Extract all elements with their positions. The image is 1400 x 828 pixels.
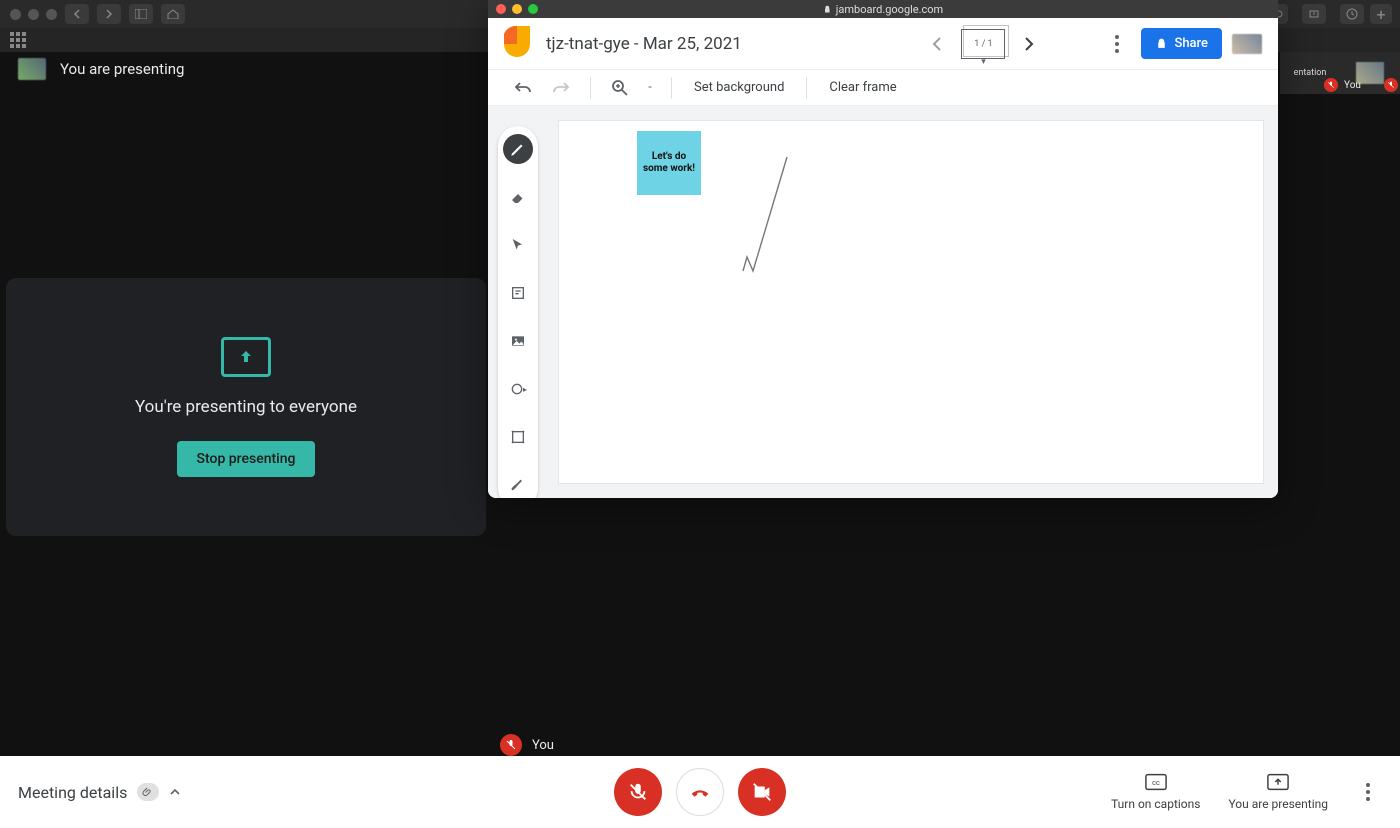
sidebar-toggle-icon[interactable]	[129, 4, 153, 24]
present-screen-button[interactable]: You are presenting	[1228, 773, 1328, 811]
pen-stroke	[729, 153, 809, 293]
camera-off-button[interactable]	[738, 768, 786, 816]
jamboard-share-label: Share	[1174, 36, 1208, 51]
right-controls: cc Turn on captions You are presenting	[1111, 773, 1380, 811]
presenting-banner: You are presenting	[18, 58, 184, 80]
clear-frame-button[interactable]: Clear frame	[819, 80, 906, 95]
home-button[interactable]	[161, 4, 185, 24]
select-tool[interactable]	[503, 230, 533, 260]
undo-button[interactable]	[506, 80, 540, 96]
captions-button[interactable]: cc Turn on captions	[1111, 773, 1200, 811]
new-tab-button[interactable]: +	[1370, 4, 1392, 24]
mic-muted-icon	[1324, 78, 1338, 92]
sticky-note[interactable]: Let's do some work!	[637, 131, 701, 195]
nav-forward-button[interactable]	[97, 4, 121, 24]
window-traffic-lights[interactable]	[10, 9, 57, 20]
caret-down-icon: ▾	[981, 57, 986, 67]
frame-indicator-text: 1 / 1	[974, 39, 992, 49]
zoom-menu-dash[interactable]: -	[641, 80, 659, 95]
jamboard-title[interactable]: tjz-tnat-gye - Mar 25, 2021	[546, 34, 742, 54]
presenting-banner-text: You are presenting	[60, 60, 184, 78]
kebab-icon	[1115, 42, 1119, 46]
thumbnail-presentation-label: entation	[1290, 68, 1331, 78]
mute-mic-button[interactable]	[614, 768, 662, 816]
thumbnail-self-label: You	[1344, 80, 1361, 91]
pen-tool[interactable]	[503, 134, 533, 164]
mic-muted-icon	[500, 734, 522, 756]
self-view-label: You	[500, 734, 554, 756]
presenting-card: You're presenting to everyone Stop prese…	[6, 278, 486, 536]
jamboard-body: ▸ Let's do some work!	[488, 106, 1278, 498]
text-box-tool[interactable]	[503, 422, 533, 452]
call-controls	[614, 768, 786, 816]
jamboard-traffic-lights[interactable]	[496, 4, 538, 14]
meeting-details-button[interactable]: Meeting details	[18, 783, 181, 802]
chevron-up-icon	[169, 786, 181, 798]
zoom-button[interactable]	[603, 80, 637, 96]
meet-bottom-bar: Meeting details cc Turn on captions You …	[0, 756, 1400, 828]
frame-next-button[interactable]	[1015, 30, 1043, 58]
jamboard-subtoolbar: - Set background Clear frame	[488, 70, 1278, 106]
history-icon[interactable]	[1340, 4, 1364, 24]
self-view-text: You	[532, 738, 554, 753]
captions-label: Turn on captions	[1111, 797, 1200, 811]
shape-tool[interactable]: ▸	[503, 374, 533, 404]
presenter-avatar	[18, 58, 46, 80]
jamboard-tool-rail: ▸	[498, 126, 538, 498]
jamboard-window: jamboard.google.com tjz-tnat-gye - Mar 2…	[488, 0, 1278, 498]
redo-button	[544, 80, 578, 96]
jamboard-titlebar[interactable]: jamboard.google.com	[488, 0, 1278, 18]
jamboard-more-button[interactable]	[1103, 30, 1131, 58]
thumbnail-presentation[interactable]: entation	[1280, 52, 1340, 94]
apps-grid-icon[interactable]	[10, 32, 26, 48]
set-background-button[interactable]: Set background	[684, 80, 794, 95]
jamboard-account-avatar[interactable]	[1232, 34, 1262, 54]
presenting-card-text: You're presenting to everyone	[135, 397, 357, 417]
jamboard-share-button[interactable]: Share	[1141, 28, 1222, 59]
sticky-note-tool[interactable]	[503, 278, 533, 308]
stop-presenting-button[interactable]: Stop presenting	[177, 441, 316, 477]
jamboard-url-text: jamboard.google.com	[836, 3, 943, 16]
eraser-tool[interactable]	[503, 182, 533, 212]
download-icon[interactable]	[1302, 4, 1326, 24]
sticky-note-text: Let's do some work!	[641, 151, 697, 175]
nav-back-button[interactable]	[65, 4, 89, 24]
present-screen-label: You are presenting	[1228, 797, 1328, 811]
frame-prev-button[interactable]	[923, 30, 951, 58]
kebab-icon	[1366, 790, 1370, 794]
laser-tool[interactable]	[503, 470, 533, 498]
jamboard-header: tjz-tnat-gye - Mar 25, 2021 1 / 1 ▾ Shar…	[488, 18, 1278, 70]
image-tool[interactable]	[503, 326, 533, 356]
present-upload-icon	[221, 337, 271, 377]
thumbnail-self[interactable]: You	[1340, 52, 1400, 94]
meeting-details-label: Meeting details	[18, 783, 127, 802]
more-options-button[interactable]	[1356, 776, 1380, 808]
mic-muted-icon	[1384, 78, 1398, 92]
frame-selector[interactable]: 1 / 1 ▾	[961, 29, 1005, 59]
participant-thumbnails: entation You	[1280, 52, 1400, 94]
lock-icon	[823, 5, 832, 14]
jamboard-url: jamboard.google.com	[823, 3, 943, 16]
hangup-button[interactable]	[676, 768, 724, 816]
lock-icon	[1155, 37, 1168, 50]
attachment-icon	[137, 783, 159, 801]
svg-text:cc: cc	[1152, 778, 1160, 787]
jamboard-logo-icon	[504, 26, 530, 62]
jamboard-canvas[interactable]: Let's do some work!	[558, 120, 1264, 484]
